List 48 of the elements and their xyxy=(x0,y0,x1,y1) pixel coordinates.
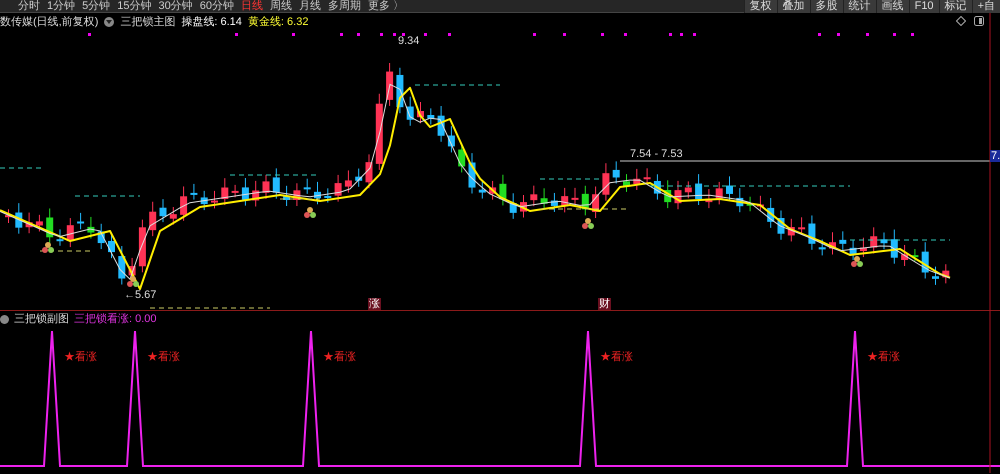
ball-cluster-icon xyxy=(127,276,139,287)
ball-cluster-icon xyxy=(304,207,316,218)
toolbar-button[interactable]: F10 xyxy=(908,0,939,12)
stock-title: 数传媒(日线,前复权) xyxy=(0,16,98,28)
dashed-level-line xyxy=(540,178,600,180)
dashed-level-line xyxy=(280,198,320,200)
ball-cluster-icon xyxy=(582,218,594,229)
dropdown-icon[interactable] xyxy=(0,314,9,324)
signal-label: ★看涨 xyxy=(64,351,97,363)
toolbar-button[interactable]: 复权 xyxy=(744,0,777,12)
chart-marker: 涨 xyxy=(368,298,381,310)
signal-label: ★看涨 xyxy=(147,351,180,363)
period-tab[interactable]: 周线 xyxy=(270,0,292,12)
toolbar-button[interactable]: 画线 xyxy=(876,0,909,12)
toolbar-button[interactable]: 统计 xyxy=(842,0,876,12)
dropdown-icon[interactable] xyxy=(104,17,114,27)
signal-label: ★看涨 xyxy=(600,351,633,363)
period-tab[interactable]: 60分钟 xyxy=(200,0,234,12)
low-price-label: ←5.67 xyxy=(124,289,156,301)
period-tab[interactable]: 30分钟 xyxy=(158,0,193,12)
indicator-value: 黄金线: 6.32 xyxy=(248,16,308,28)
period-tab[interactable]: 月线 xyxy=(299,0,321,12)
period-tab[interactable]: 5分钟 xyxy=(82,0,110,12)
panel-toggle-icon[interactable] xyxy=(974,16,984,26)
period-tab[interactable]: 分时 xyxy=(18,0,40,12)
indicator-value: 操盘线: 6.14 xyxy=(181,16,242,28)
period-tab[interactable]: 15分钟 xyxy=(117,0,152,12)
indicator-value: 三把锁看涨: 0.00 xyxy=(74,313,157,325)
toolbar-button[interactable]: 叠加 xyxy=(776,0,810,12)
period-tab[interactable]: 日线 xyxy=(241,0,263,12)
period-tab[interactable]: 更多 〉 xyxy=(368,0,404,12)
price-range-label: 7.54 - 7.53 xyxy=(630,148,683,160)
signal-label: ★看涨 xyxy=(867,351,900,363)
diamond-icon[interactable] xyxy=(956,16,966,26)
price-tag: 7. xyxy=(990,150,1000,162)
ball-cluster-icon xyxy=(851,256,863,267)
period-tab[interactable]: 1分钟 xyxy=(47,0,76,12)
ball-cluster-icon xyxy=(42,242,54,253)
high-price-label: 9.34 xyxy=(398,35,420,47)
period-tab[interactable]: 多周期 xyxy=(328,0,361,12)
toolbar-button[interactable]: +自 xyxy=(972,0,1000,12)
indicator-name[interactable]: 三把锁副图 xyxy=(14,313,69,325)
signal-label: ★看涨 xyxy=(323,351,356,363)
toolbar-button[interactable]: 标记 xyxy=(938,0,972,12)
dashed-level-line xyxy=(40,250,90,252)
chart-marker: 财 xyxy=(598,298,611,310)
toolbar-button[interactable]: 多股 xyxy=(810,0,843,12)
indicator-name[interactable]: 三把锁主图 xyxy=(120,16,176,28)
